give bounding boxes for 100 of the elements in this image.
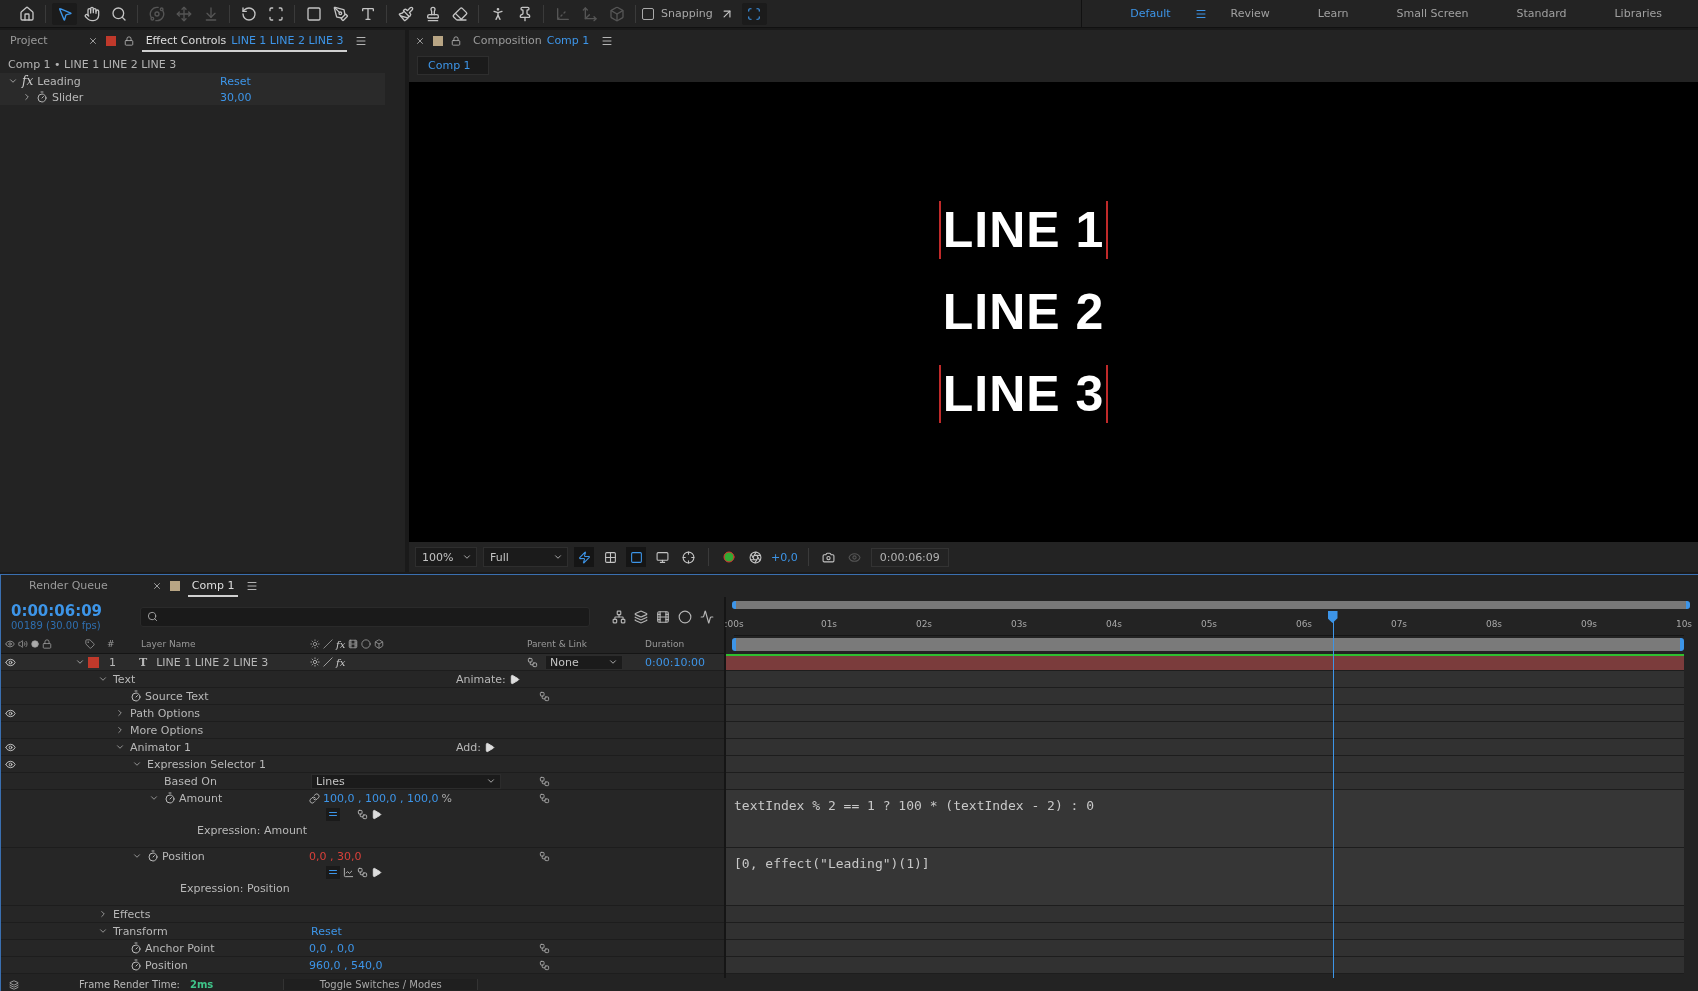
current-time[interactable]: 0:00:06:09: [11, 602, 103, 620]
menu-icon[interactable]: [1194, 7, 1207, 20]
layer-bar[interactable]: [726, 654, 1684, 671]
playhead-handle[interactable]: [1327, 611, 1338, 623]
close-icon[interactable]: [415, 36, 425, 46]
play-icon[interactable]: [508, 673, 520, 685]
chevron-icon[interactable]: [98, 926, 108, 936]
stopwatch-icon[interactable]: [147, 850, 159, 862]
ruler-label: 05s: [1200, 619, 1218, 629]
layer-name[interactable]: LINE 1 LINE 2 LINE 3: [156, 655, 269, 669]
expression-code[interactable]: textIndex % 2 == 1 ? 100 * (textIndex - 2) : 0: [734, 798, 1095, 813]
chevron-icon[interactable]: [115, 742, 125, 752]
play-icon[interactable]: [484, 741, 495, 753]
duration-value[interactable]: 0:00:10:00: [645, 655, 706, 669]
eye-icon[interactable]: [4, 741, 16, 753]
chevron-icon[interactable]: [132, 759, 142, 769]
property-value[interactable]: 100,0 , 100,0 , 100,0: [323, 791, 439, 805]
close-icon[interactable]: [87, 36, 98, 46]
fast-preview-icon[interactable]: [574, 547, 594, 567]
zoom-dropdown[interactable]: 100%: [415, 547, 477, 567]
fx-label: fx: [22, 74, 34, 88]
ruler-label: 07s: [1390, 619, 1408, 629]
lock-icon: [42, 639, 52, 649]
workspace-tab[interactable]: Small Screen: [1372, 7, 1493, 20]
mask-path-icon[interactable]: [626, 547, 646, 567]
comp-button[interactable]: Comp 1: [417, 55, 489, 75]
panel-tab[interactable]: Comp 1: [187, 575, 239, 597]
lock-icon[interactable]: [123, 36, 134, 46]
chevron-icon[interactable]: [98, 674, 108, 684]
search-field[interactable]: [140, 606, 590, 627]
ruler-label: 01s: [820, 619, 838, 629]
property-name: Based On: [164, 774, 217, 788]
viewer-text: LINE 1: [938, 201, 1109, 259]
eye-icon[interactable]: [4, 656, 16, 668]
workspace-tab[interactable]: Standard: [1492, 7, 1591, 20]
cube-icon: [374, 639, 385, 649]
timecode-field[interactable]: 0:00:06:09: [870, 547, 949, 567]
frame-blending-icon[interactable]: [656, 609, 670, 624]
panel-tab[interactable]: Render Queue: [25, 575, 112, 597]
stopwatch-icon[interactable]: [36, 91, 48, 103]
resolution-dropdown[interactable]: Full: [483, 547, 568, 567]
graph-editor-icon[interactable]: [700, 609, 714, 624]
property-name: Effects: [113, 907, 151, 921]
chevron-icon[interactable]: [98, 909, 108, 919]
workspace-tab[interactable]: Libraries: [1590, 7, 1686, 20]
layer-type-icon: T: [139, 655, 148, 669]
motion-blur-icon[interactable]: [678, 609, 692, 624]
stopwatch-icon[interactable]: [130, 942, 142, 954]
chevron-icon[interactable]: [8, 76, 18, 86]
link-icon[interactable]: [309, 792, 320, 804]
slider-value[interactable]: 30,00: [220, 90, 252, 104]
property-value[interactable]: 0,0 , 30,0: [309, 849, 362, 863]
lock-icon[interactable]: [451, 36, 461, 46]
snap-icon[interactable]: [741, 2, 767, 25]
exposure-value[interactable]: +0,0: [771, 550, 798, 564]
graph-icon[interactable]: [343, 866, 354, 878]
chevron-icon[interactable]: [22, 92, 32, 102]
chevron-icon[interactable]: [149, 793, 159, 803]
workspace-tab[interactable]: Default: [1106, 7, 1195, 20]
play-icon[interactable]: [371, 808, 382, 820]
close-icon[interactable]: [151, 581, 162, 591]
ruler-label: 09s: [1580, 619, 1598, 629]
reset-link[interactable]: Reset: [311, 924, 342, 938]
property-value[interactable]: 960,0 , 540,0: [309, 958, 383, 972]
panel-tab[interactable]: Composition Comp 1: [469, 30, 594, 52]
viewer-text: LINE 3: [938, 365, 1109, 423]
stopwatch-icon[interactable]: [164, 792, 176, 804]
expression-enable-icon[interactable]: [326, 807, 340, 821]
menu-icon[interactable]: [601, 35, 614, 47]
property-name: Path Options: [130, 706, 201, 720]
eye-icon[interactable]: [4, 707, 16, 719]
menu-icon[interactable]: [246, 580, 259, 592]
workspace-tab[interactable]: Review: [1206, 7, 1294, 20]
column-header: #: [107, 639, 115, 649]
ruler-label: 08s: [1485, 619, 1503, 629]
workspace-tab[interactable]: Learn: [1293, 7, 1373, 20]
chevron-icon[interactable]: [75, 657, 85, 667]
chevron-icon[interactable]: [132, 851, 142, 861]
flowchart-icon[interactable]: [612, 609, 626, 624]
eye-icon[interactable]: [4, 758, 16, 770]
reset-link[interactable]: Reset: [220, 74, 251, 88]
chevron-icon[interactable]: [115, 708, 125, 718]
expression-code[interactable]: [0, effect("Leading")(1)]: [734, 856, 930, 871]
snapping-checkbox[interactable]: [642, 7, 654, 20]
pointer-icon[interactable]: [52, 2, 77, 25]
layers-icon[interactable]: [9, 979, 19, 990]
menu-icon[interactable]: [355, 35, 368, 47]
stopwatch-icon[interactable]: [130, 959, 142, 971]
based-on-dropdown[interactable]: Lines: [311, 773, 501, 789]
chevron-icon[interactable]: [115, 725, 125, 735]
switch-icon[interactable]: [310, 657, 320, 667]
panel-tab[interactable]: Effect Controls LINE 1 LINE 2 LINE 3: [141, 30, 348, 52]
action-label: Animate:: [456, 672, 506, 686]
panel-tab[interactable]: Project: [6, 30, 52, 52]
parent-dropdown[interactable]: None: [545, 654, 623, 670]
expression-enable-icon[interactable]: [326, 865, 340, 879]
stopwatch-icon[interactable]: [130, 690, 142, 702]
property-value[interactable]: 0,0 , 0,0: [309, 941, 355, 955]
toggle-modes-button[interactable]: Toggle Switches / Modes: [283, 979, 479, 990]
play-icon[interactable]: [371, 866, 382, 878]
